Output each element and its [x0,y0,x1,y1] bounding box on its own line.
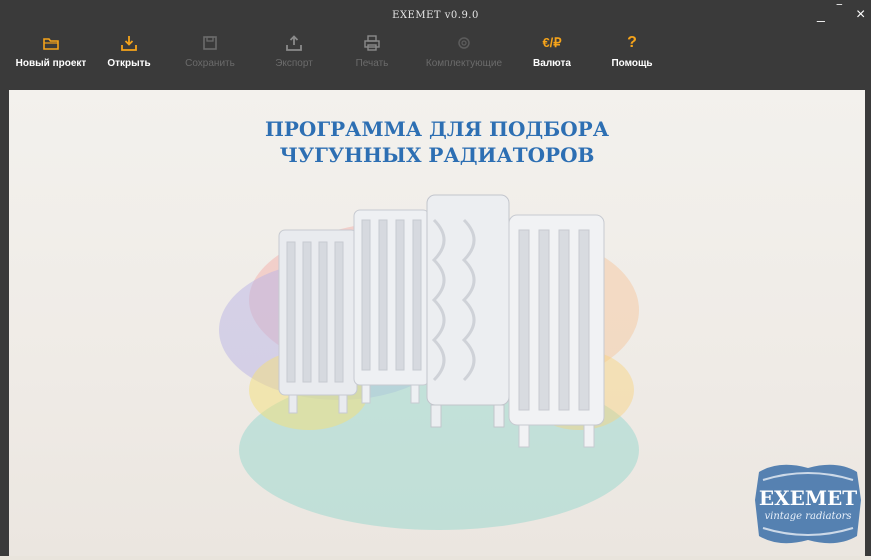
print-label: Печать [355,58,389,69]
restore-button[interactable]: ‾ [837,2,842,18]
export-label: Экспорт [275,58,313,69]
help-button[interactable]: ? Помощь [588,34,676,84]
save-label: Сохранить [185,58,235,69]
upload-icon [286,35,302,51]
page-title: ПРОГРАММА ДЛЯ ПОДБОРА ЧУГУННЫХ РАДИАТОРО… [9,116,865,168]
radiator-1 [278,229,358,414]
headline-line-1: ПРОГРАММА ДЛЯ ПОДБОРА [264,117,609,141]
help-icon: ? [627,34,637,51]
window-title: EXEMET v0.9.0 [392,10,479,21]
title-bar: EXEMET v0.9.0 _ ‾ × Новый проект Открыть [0,0,871,90]
printer-icon [364,35,380,51]
radiator-3 [426,194,510,428]
minimize-button[interactable]: _ [817,6,825,22]
headline-line-2: ЧУГУННЫХ РАДИАТОРОВ [279,143,595,167]
radiator-4 [508,214,605,448]
currency-icon: €/₽ [542,35,562,50]
exemet-logo: EXEMET vintage radiators [749,460,867,548]
currency-button[interactable]: €/₽ Валюта [516,34,588,84]
open-label: Открыть [107,58,151,69]
components-label: Комплектующие [425,58,503,69]
gear-icon [458,37,470,49]
help-label: Помощь [611,58,653,69]
save-button[interactable]: Сохранить [164,34,256,84]
new-project-label: Новый проект [15,58,87,69]
app-window: EXEMET v0.9.0 _ ‾ × Новый проект Открыть [0,0,871,556]
new-project-button[interactable]: Новый проект [8,34,94,84]
open-button[interactable]: Открыть [94,34,164,84]
save-icon [203,36,217,50]
folder-icon [43,38,59,50]
start-screen: ПРОГРАММА ДЛЯ ПОДБОРА ЧУГУННЫХ РАДИАТОРО… [9,90,865,556]
download-icon [121,36,137,51]
currency-label: Валюта [533,58,571,69]
radiator-2 [353,209,430,404]
export-button[interactable]: Экспорт [256,34,332,84]
components-button[interactable]: Комплектующие [412,34,516,84]
print-button[interactable]: Печать [332,34,412,84]
toolbar: Новый проект Открыть Сохранить Экспорт П… [8,34,676,84]
radiators-illustration [219,194,639,530]
close-button[interactable]: × [856,6,865,24]
logo-subtitle: vintage radiators [764,511,852,522]
logo-title: EXEMET [758,486,858,510]
